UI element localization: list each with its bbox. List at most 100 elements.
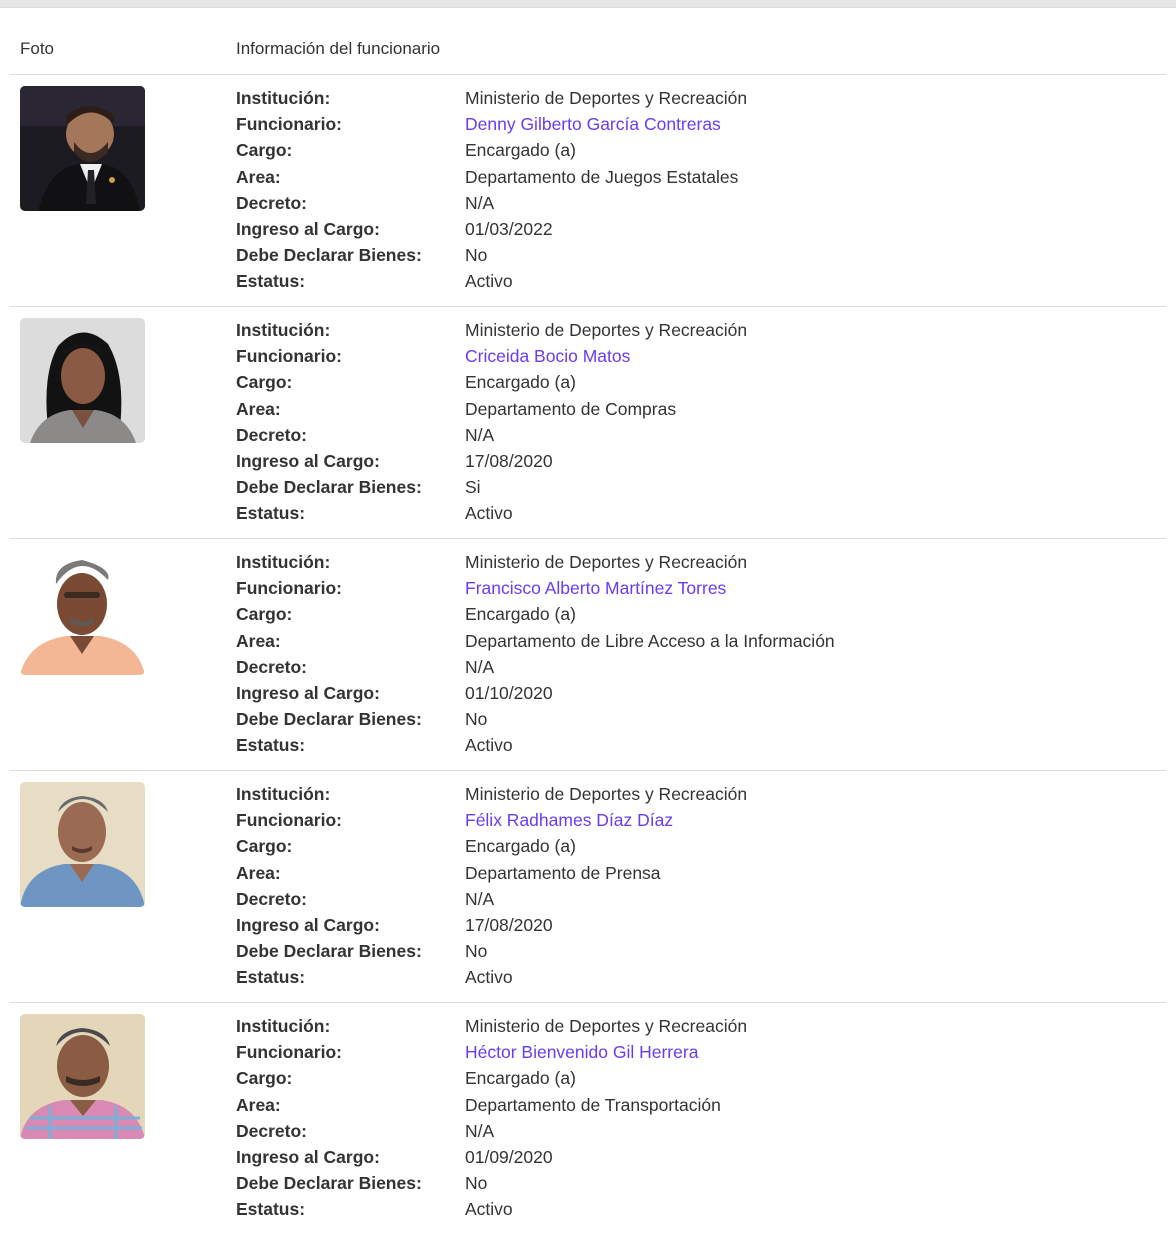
official-photo [20,550,145,675]
field-cargo: Cargo: Encargado (a) [236,604,1136,630]
label-estatus: Estatus: [236,735,306,756]
field-declarar: Debe Declarar Bienes: Si [236,477,1136,503]
field-declarar: Debe Declarar Bienes: No [236,1173,1136,1199]
official-name-link[interactable]: Francisco Alberto Martínez Torres [465,578,726,598]
field-cargo: Cargo: Encargado (a) [236,140,1136,166]
label-decreto: Decreto: [236,424,307,445]
portrait-image [20,86,145,211]
value-decreto: N/A [465,888,495,909]
label-institucion: Institución: [236,320,331,340]
official-info: Institución: Ministerio de Deportes y Rec… [236,320,1136,530]
official-info: Institución: Ministerio de Deportes y Rec… [236,1016,1136,1226]
field-funcionario: Funcionario: Denny Gilberto García Contre… [236,114,1136,140]
value-cargo: Encargado (a) [465,1068,576,1089]
official-photo [20,782,145,907]
label-declarar: Debe Declarar Bienes: [236,245,422,266]
value-ingreso: 17/08/2020 [465,914,553,935]
value-ingreso: 01/10/2020 [465,682,553,703]
label-estatus: Estatus: [236,503,306,524]
column-header-foto: Foto [20,39,55,58]
official-name-link[interactable]: Héctor Bienvenido Gil Herrera [465,1042,698,1062]
value-estatus: Activo [465,1199,513,1220]
label-cargo: Cargo: [236,140,293,161]
value-ingreso: 01/03/2022 [465,218,553,239]
label-area: Area: [236,630,281,651]
top-bar [0,0,1176,8]
label-declarar: Debe Declarar Bienes: [236,477,422,498]
field-declarar: Debe Declarar Bienes: No [236,245,1136,271]
value-estatus: Activo [465,503,513,524]
field-estatus: Estatus: Activo [236,271,1136,297]
value-ingreso: 17/08/2020 [465,450,553,471]
field-area: Area: Departamento de Libre Acceso a la I… [236,631,1136,657]
portrait-image [20,318,145,443]
field-declarar: Debe Declarar Bienes: No [236,709,1136,735]
field-decreto: Decreto: N/A [236,425,1136,451]
field-institucion: Institución: Ministerio de Deportes y Rec… [236,552,1136,578]
value-decreto: N/A [465,424,495,445]
label-institucion: Institución: [236,88,331,108]
label-estatus: Estatus: [236,1199,306,1220]
field-decreto: Decreto: N/A [236,657,1136,683]
field-decreto: Decreto: N/A [236,889,1136,915]
value-cargo: Encargado (a) [465,604,576,625]
value-declarar: No [465,941,488,962]
label-funcionario: Funcionario: [236,578,342,599]
label-estatus: Estatus: [236,271,306,292]
value-declarar: No [465,1173,488,1194]
value-estatus: Activo [465,735,513,756]
value-cargo: Encargado (a) [465,372,576,393]
field-institucion: Institución: Ministerio de Deportes y Rec… [236,784,1136,810]
official-info: Institución: Ministerio de Deportes y Rec… [236,88,1136,298]
value-cargo: Encargado (a) [465,836,576,857]
label-ingreso: Ingreso al Cargo: [236,218,380,239]
label-decreto: Decreto: [236,1120,307,1141]
label-institucion: Institución: [236,784,331,804]
value-area: Departamento de Compras [465,398,677,419]
value-decreto: N/A [465,1120,495,1141]
value-declarar: No [465,709,488,730]
table-row: Institución: Ministerio de Deportes y Rec… [9,539,1166,771]
label-institucion: Institución: [236,552,331,572]
official-photo [20,86,145,211]
field-area: Area: Departamento de Transportación [236,1095,1136,1121]
field-funcionario: Funcionario: Francisco Alberto Martínez T… [236,578,1136,604]
official-name-link[interactable]: Denny Gilberto García Contreras [465,114,721,134]
label-funcionario: Funcionario: [236,1042,342,1063]
field-funcionario: Funcionario: Criceida Bocio Matos [236,346,1136,372]
field-decreto: Decreto: N/A [236,193,1136,219]
official-name-link[interactable]: Criceida Bocio Matos [465,346,630,366]
portrait-image [20,550,145,675]
value-estatus: Activo [465,967,513,988]
label-cargo: Cargo: [236,836,293,857]
label-ingreso: Ingreso al Cargo: [236,1146,380,1167]
label-declarar: Debe Declarar Bienes: [236,709,422,730]
value-area: Departamento de Transportación [465,1094,721,1115]
official-name-link[interactable]: Félix Radhames Díaz Díaz [465,810,673,830]
label-area: Area: [236,862,281,883]
label-declarar: Debe Declarar Bienes: [236,941,422,962]
field-estatus: Estatus: Activo [236,1199,1136,1225]
value-area: Departamento de Juegos Estatales [465,166,739,187]
label-decreto: Decreto: [236,888,307,909]
value-institucion: Ministerio de Deportes y Recreación [465,1016,748,1036]
value-cargo: Encargado (a) [465,140,576,161]
field-area: Area: Departamento de Juegos Estatales [236,167,1136,193]
label-area: Area: [236,398,281,419]
value-area: Departamento de Libre Acceso a la Inform… [465,630,835,651]
column-header-info: Información del funcionario [236,39,441,58]
value-institucion: Ministerio de Deportes y Recreación [465,552,748,572]
label-decreto: Decreto: [236,192,307,213]
label-ingreso: Ingreso al Cargo: [236,914,380,935]
field-estatus: Estatus: Activo [236,735,1136,761]
field-area: Area: Departamento de Prensa [236,863,1136,889]
portrait-image [20,1014,145,1139]
table-row: Institución: Ministerio de Deportes y Rec… [9,771,1166,1003]
field-estatus: Estatus: Activo [236,967,1136,993]
value-institucion: Ministerio de Deportes y Recreación [465,88,748,108]
value-declarar: Si [465,477,481,498]
field-ingreso: Ingreso al Cargo: 17/08/2020 [236,915,1136,941]
field-ingreso: Ingreso al Cargo: 17/08/2020 [236,451,1136,477]
value-estatus: Activo [465,271,513,292]
label-area: Area: [236,166,281,187]
